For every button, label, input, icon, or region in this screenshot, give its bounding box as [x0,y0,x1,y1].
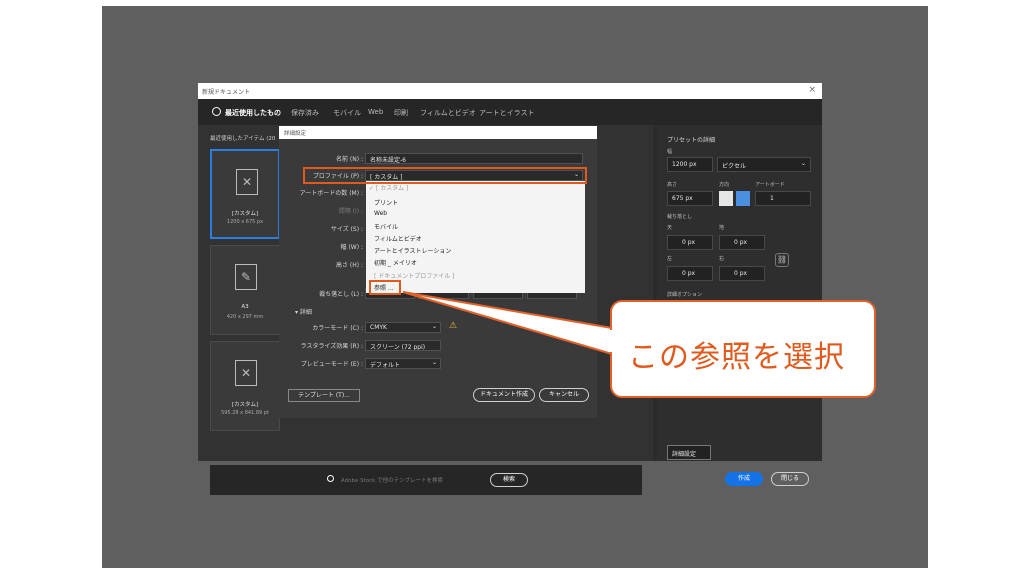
callout-seam-cover [608,330,614,352]
callout-box: この参照を選択 [610,300,876,398]
callout-text: この参照を選択 [628,340,845,375]
callout-pointer [402,291,613,356]
